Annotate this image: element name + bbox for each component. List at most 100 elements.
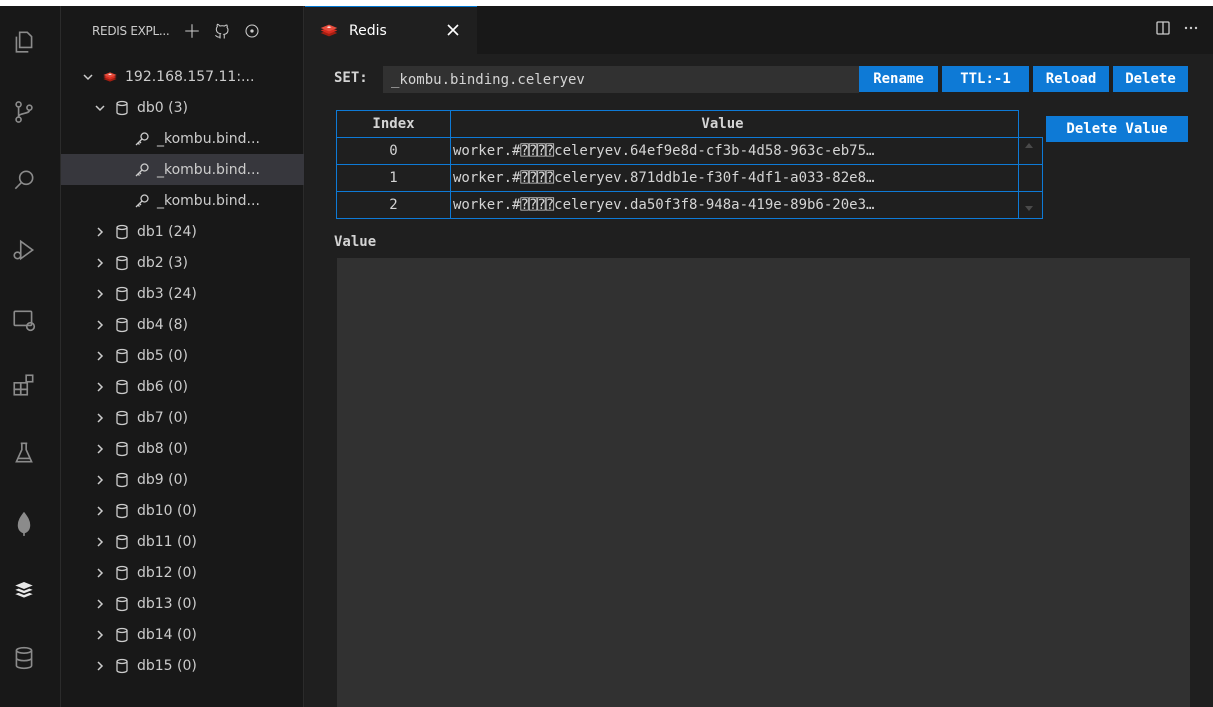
tree-database-item[interactable]: db9 (0): [61, 464, 304, 495]
table-scrollbar[interactable]: [1018, 137, 1042, 218]
chevron-right-icon[interactable]: [93, 380, 107, 394]
table-row[interactable]: 1 worker.#⍰⍰⍰⍰celeryev.871ddb1e-f30f-4df…: [336, 164, 1043, 192]
testing-icon[interactable]: [0, 429, 48, 477]
tree-item-label: db9 (0): [137, 471, 188, 488]
database-icon: [113, 316, 131, 334]
source-control-icon[interactable]: [0, 88, 48, 136]
tree-connection-item[interactable]: 192.168.157.11:...: [61, 61, 304, 92]
tree-key-item[interactable]: _kombu.bind...: [61, 185, 304, 216]
row-index: 0: [336, 137, 451, 165]
tree-database-item[interactable]: db11 (0): [61, 526, 304, 557]
key-type-label: SET:: [334, 70, 368, 86]
redis-icon: [319, 22, 339, 40]
table-row[interactable]: 0 worker.#⍰⍰⍰⍰celeryev.64ef9e8d-cf3b-4d5…: [336, 137, 1043, 165]
chevron-right-icon[interactable]: [93, 225, 107, 239]
tree-item-label: db12 (0): [137, 564, 197, 581]
row-index: 2: [336, 191, 451, 219]
chevron-right-icon[interactable]: [93, 411, 107, 425]
table-row[interactable]: 2 worker.#⍰⍰⍰⍰celeryev.da50f3f8-948a-419…: [336, 191, 1043, 219]
database-icon[interactable]: [0, 634, 48, 682]
chevron-right-icon[interactable]: [93, 628, 107, 642]
sidebar-header: REDIS EXPL...: [92, 18, 170, 44]
value-editor[interactable]: [337, 258, 1190, 707]
scroll-down-icon[interactable]: [1025, 206, 1033, 211]
tree-key-item[interactable]: _kombu.bind...: [61, 123, 304, 154]
tree-item-label: db4 (8): [137, 316, 188, 333]
chevron-right-icon[interactable]: [93, 349, 107, 363]
chevron-right-icon[interactable]: [93, 442, 107, 456]
database-icon: [113, 378, 131, 396]
tree-database-item[interactable]: db14 (0): [61, 619, 304, 650]
delete-value-button[interactable]: Delete Value: [1046, 116, 1188, 142]
chevron-right-icon[interactable]: [93, 535, 107, 549]
chevron-down-icon[interactable]: [81, 70, 95, 84]
redis-icon: [101, 68, 119, 86]
tree-item-label: 192.168.157.11:...: [125, 68, 255, 85]
database-icon: [113, 657, 131, 675]
tree-database-item[interactable]: db12 (0): [61, 557, 304, 588]
tree-database-item[interactable]: db13 (0): [61, 588, 304, 619]
database-icon: [113, 502, 131, 520]
tree-database-item[interactable]: db5 (0): [61, 340, 304, 371]
sidebar-actions: [182, 18, 262, 44]
scroll-up-icon[interactable]: [1025, 143, 1033, 148]
reload-button[interactable]: Reload: [1033, 66, 1109, 92]
tree-database-item[interactable]: db0 (3): [61, 92, 304, 123]
github-icon[interactable]: [212, 21, 232, 41]
tree-item-label: db10 (0): [137, 502, 197, 519]
tree-database-item[interactable]: db8 (0): [61, 433, 304, 464]
database-icon: [113, 285, 131, 303]
tree-key-item[interactable]: _kombu.bind...: [61, 154, 304, 185]
redis-explorer-icon[interactable]: [0, 568, 48, 616]
chevron-right-icon[interactable]: [93, 504, 107, 518]
key-icon: [133, 192, 151, 210]
chevron-right-icon[interactable]: [93, 473, 107, 487]
database-icon: [113, 564, 131, 582]
close-icon[interactable]: [443, 20, 463, 40]
chevron-right-icon[interactable]: [93, 318, 107, 332]
tree-item-label: db11 (0): [137, 533, 197, 550]
key-icon: [133, 130, 151, 148]
key-name-input[interactable]: [383, 66, 859, 93]
run-debug-icon[interactable]: [0, 226, 48, 274]
mongodb-icon[interactable]: [0, 500, 48, 548]
table-header-row: Index Value: [336, 110, 1043, 138]
chevron-right-icon[interactable]: [93, 566, 107, 580]
target-icon[interactable]: [242, 21, 262, 41]
tree-database-item[interactable]: db4 (8): [61, 309, 304, 340]
row-value: worker.#⍰⍰⍰⍰celeryev.da50f3f8-948a-419e-…: [450, 191, 1019, 219]
chevron-right-icon[interactable]: [93, 256, 107, 270]
tab-bar: Redis: [305, 6, 1213, 54]
tree-database-item[interactable]: db7 (0): [61, 402, 304, 433]
explorer-icon[interactable]: [0, 18, 48, 66]
index-column-header: Index: [336, 110, 451, 138]
extensions-icon[interactable]: [0, 361, 48, 409]
tree-database-item[interactable]: db3 (24): [61, 278, 304, 309]
tree-database-item[interactable]: db6 (0): [61, 371, 304, 402]
chevron-right-icon[interactable]: [93, 659, 107, 673]
chevron-right-icon[interactable]: [93, 287, 107, 301]
split-editor-icon[interactable]: [1155, 20, 1171, 40]
search-icon[interactable]: [0, 156, 48, 204]
tab-redis[interactable]: Redis: [305, 6, 477, 54]
chevron-down-icon[interactable]: [93, 101, 107, 115]
tree-database-item[interactable]: db2 (3): [61, 247, 304, 278]
delete-button[interactable]: Delete: [1113, 66, 1188, 92]
chevron-right-icon[interactable]: [93, 597, 107, 611]
row-index: 1: [336, 164, 451, 192]
row-value: worker.#⍰⍰⍰⍰celeryev.871ddb1e-f30f-4df1-…: [450, 164, 1019, 192]
database-icon: [113, 254, 131, 272]
more-actions-icon[interactable]: [1183, 20, 1199, 40]
add-connection-icon[interactable]: [182, 21, 202, 41]
rename-button[interactable]: Rename: [859, 66, 938, 92]
sidebar-divider: [60, 6, 61, 707]
tree-database-item[interactable]: db1 (24): [61, 216, 304, 247]
tree-database-item[interactable]: db10 (0): [61, 495, 304, 526]
value-column-header: Value: [450, 110, 1019, 138]
database-icon: [113, 533, 131, 551]
tree-database-item[interactable]: db15 (0): [61, 650, 304, 681]
tree-item-label: db15 (0): [137, 657, 197, 674]
remote-explorer-icon[interactable]: [0, 296, 48, 344]
database-icon: [113, 409, 131, 427]
ttl-button[interactable]: TTL:-1: [942, 66, 1029, 92]
